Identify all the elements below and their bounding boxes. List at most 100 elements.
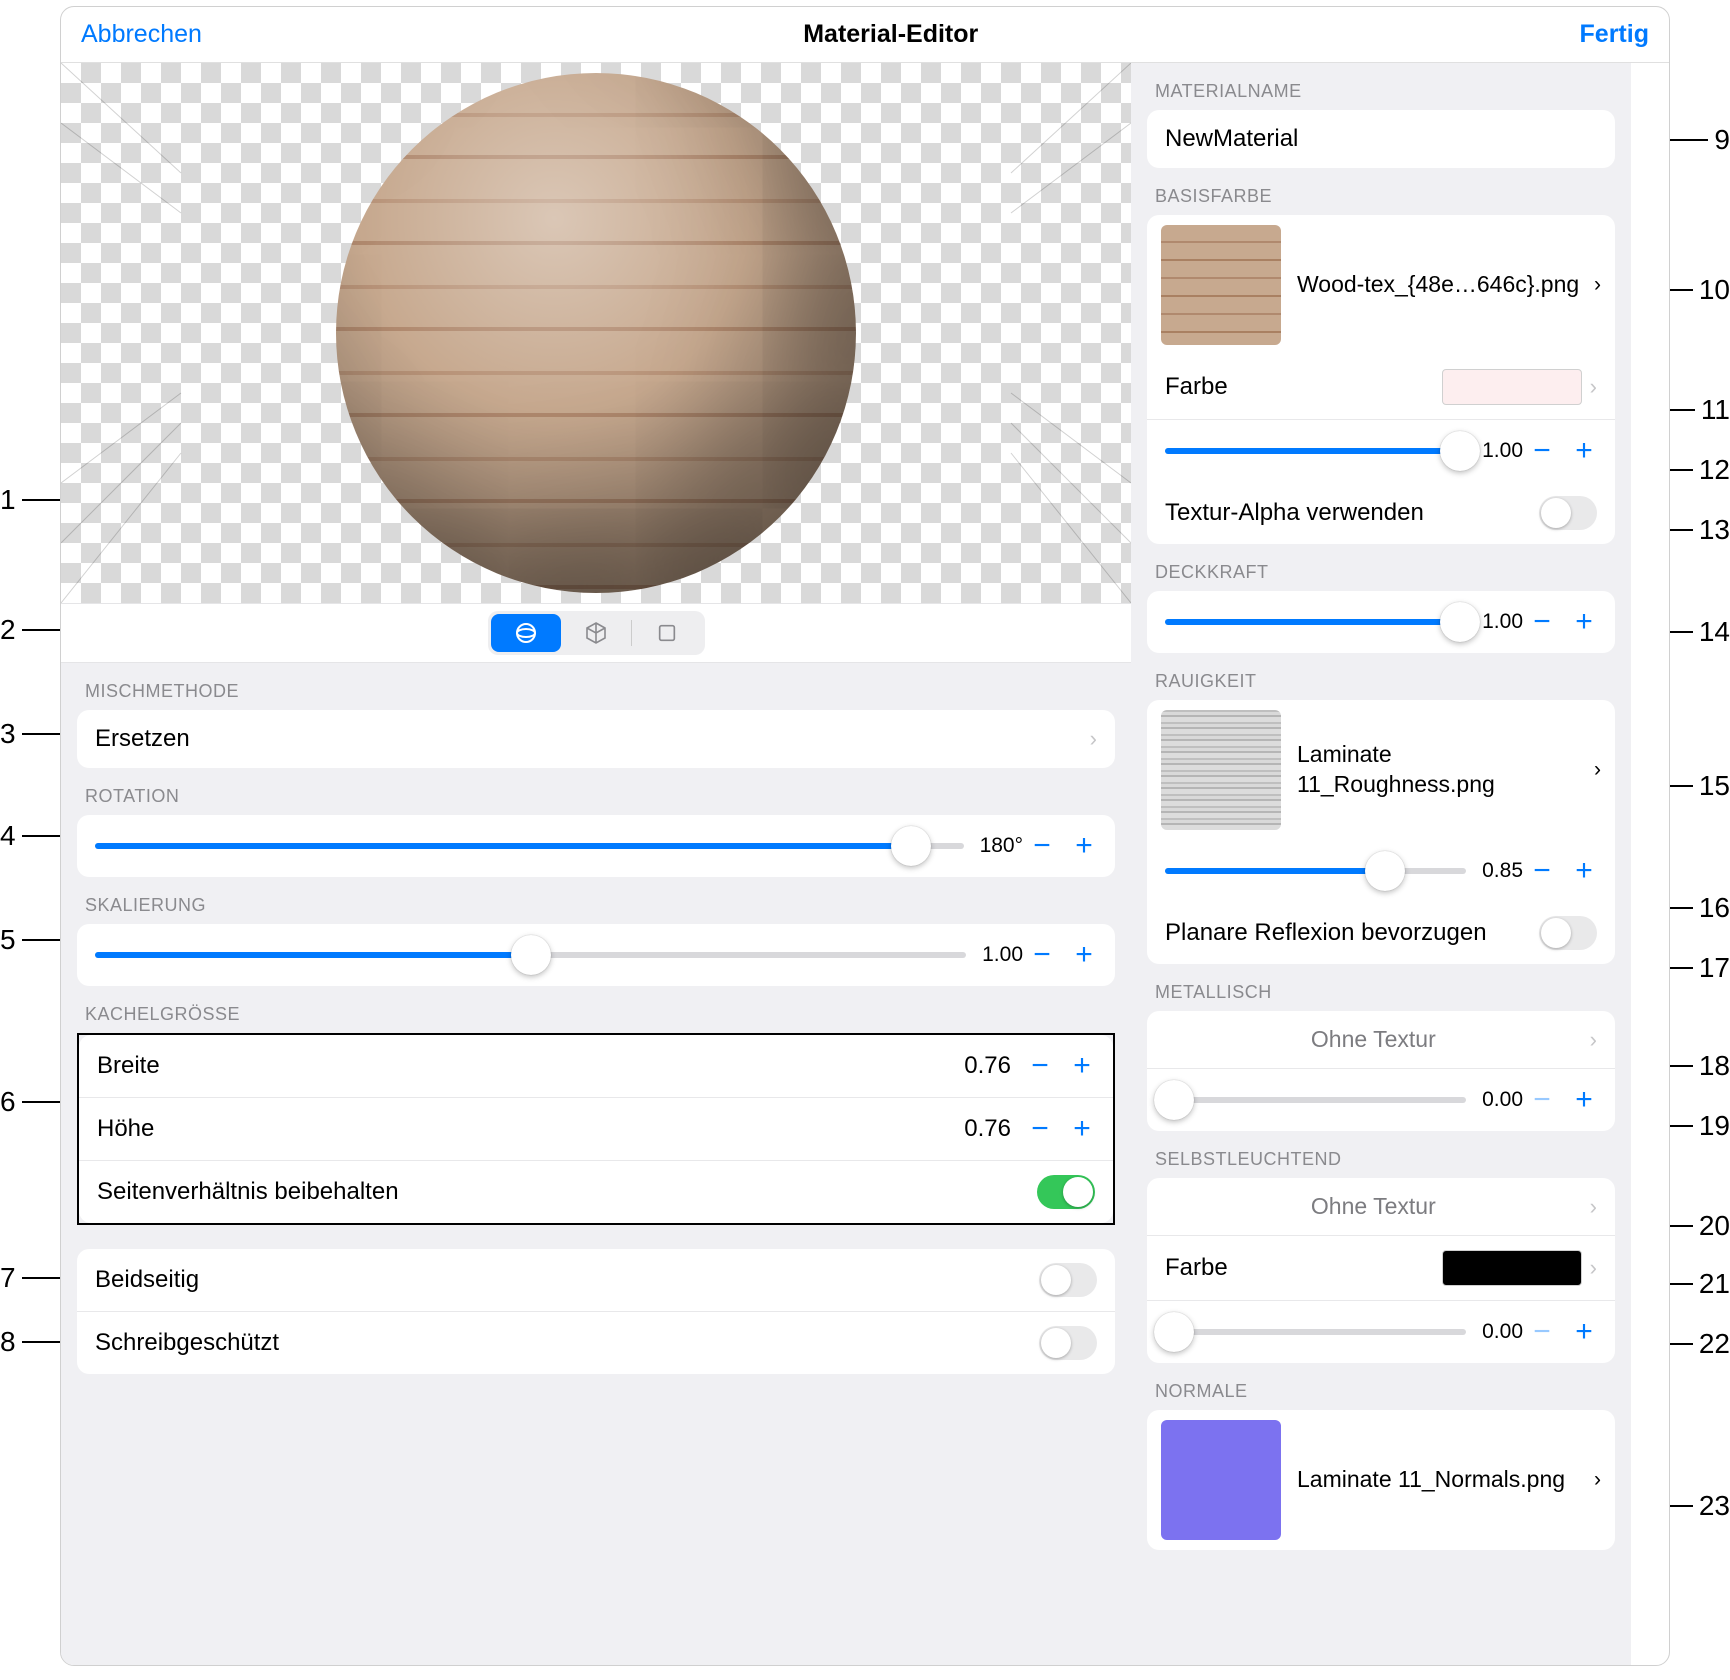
- emissive-minus-button[interactable]: −: [1529, 1315, 1555, 1349]
- texture-alpha-toggle[interactable]: [1539, 496, 1597, 530]
- opacity-minus-button[interactable]: −: [1529, 605, 1555, 639]
- tile-width-minus-button[interactable]: −: [1027, 1049, 1053, 1083]
- done-button[interactable]: Fertig: [1580, 20, 1649, 49]
- chevron-right-icon: ›: [1090, 726, 1097, 752]
- aspect-lock-toggle[interactable]: [1037, 1175, 1095, 1209]
- double-sided-toggle[interactable]: [1039, 1263, 1097, 1297]
- mixmethod-row[interactable]: Ersetzen ›: [77, 710, 1115, 768]
- emissive-label: SELBSTLEUCHTEND: [1131, 1131, 1631, 1178]
- tile-height-minus-button[interactable]: −: [1027, 1112, 1053, 1146]
- modal-header: Abbrechen Material-Editor Fertig: [61, 7, 1669, 63]
- normal-texture-row[interactable]: Laminate 11_Normals.png ›: [1147, 1410, 1615, 1550]
- shape-segmented-control[interactable]: [488, 611, 705, 655]
- roughness-slider[interactable]: [1165, 868, 1466, 874]
- materialname-label: MATERIALNAME: [1131, 63, 1631, 110]
- basecolor-color-label: Farbe: [1165, 373, 1442, 401]
- emissive-swatch[interactable]: [1442, 1250, 1582, 1286]
- cube-icon: [584, 621, 608, 645]
- basecolor-label: BASISFARBE: [1131, 168, 1631, 215]
- sphere-icon: [514, 621, 538, 645]
- tile-height-value: 0.76: [964, 1115, 1011, 1143]
- roughness-plus-button[interactable]: +: [1571, 854, 1597, 888]
- chevron-right-icon: ›: [1590, 374, 1597, 400]
- tile-width-value: 0.76: [964, 1052, 1011, 1080]
- callout-num: 13: [1699, 514, 1730, 546]
- planar-reflection-label: Planare Reflexion bevorzugen: [1165, 919, 1539, 947]
- metallic-slider[interactable]: [1165, 1097, 1466, 1103]
- emissive-color-row[interactable]: Farbe ›: [1147, 1236, 1615, 1301]
- basecolor-minus-button[interactable]: −: [1529, 434, 1555, 468]
- tile-width-plus-button[interactable]: +: [1069, 1049, 1095, 1083]
- metallic-notexture: Ohne Textur: [1165, 1026, 1582, 1053]
- tile-height-label: Höhe: [97, 1115, 964, 1143]
- tilesize-group: Breite 0.76 − + Höhe 0.76 −: [77, 1033, 1115, 1225]
- tilesize-label: KACHELGRÖSSE: [61, 986, 1131, 1033]
- rotation-value: 180°: [980, 834, 1023, 858]
- chevron-right-icon: ›: [1594, 1468, 1601, 1492]
- shape-plane-button[interactable]: [632, 614, 702, 652]
- callout-num: 11: [1701, 394, 1730, 426]
- roughness-texture-name: Laminate 11_Roughness.png: [1297, 740, 1594, 800]
- opacity-slider[interactable]: [1165, 619, 1466, 625]
- preview-sphere: [336, 73, 856, 593]
- tile-height-row: Höhe 0.76 − +: [79, 1098, 1113, 1161]
- opacity-plus-button[interactable]: +: [1571, 605, 1597, 639]
- callout-num: 21: [1699, 1268, 1730, 1300]
- callout-num: 20: [1699, 1210, 1730, 1242]
- tile-height-plus-button[interactable]: +: [1069, 1112, 1095, 1146]
- tile-width-row: Breite 0.76 − +: [79, 1035, 1113, 1098]
- basecolor-texture-row[interactable]: Wood-tex_{48e…646c}.png ›: [1147, 215, 1615, 355]
- basecolor-texture-thumb: [1161, 225, 1281, 345]
- roughness-minus-button[interactable]: −: [1529, 854, 1555, 888]
- scale-slider[interactable]: [95, 952, 966, 958]
- callout-num: 3: [0, 718, 16, 750]
- basecolor-intensity-value: 1.00: [1482, 439, 1523, 463]
- preview-viewport[interactable]: [61, 63, 1131, 603]
- scale-label: SKALIERUNG: [61, 877, 1131, 924]
- basecolor-plus-button[interactable]: +: [1571, 434, 1597, 468]
- basecolor-swatch[interactable]: [1442, 369, 1582, 405]
- planar-reflection-toggle[interactable]: [1539, 916, 1597, 950]
- materialname-field[interactable]: NewMaterial: [1147, 110, 1615, 168]
- emissive-value: 0.00: [1482, 1320, 1523, 1344]
- callout-num: 23: [1699, 1490, 1730, 1522]
- roughness-texture-row[interactable]: Laminate 11_Roughness.png ›: [1147, 700, 1615, 840]
- rotation-slider[interactable]: [95, 843, 964, 849]
- scale-minus-button[interactable]: −: [1029, 938, 1055, 972]
- readonly-toggle[interactable]: [1039, 1326, 1097, 1360]
- callout-num: 16: [1699, 892, 1730, 924]
- basecolor-color-row[interactable]: Farbe ›: [1147, 355, 1615, 420]
- normal-texture-thumb: [1161, 1420, 1281, 1540]
- rotation-plus-button[interactable]: +: [1071, 829, 1097, 863]
- emissive-texture-row[interactable]: Ohne Textur ›: [1147, 1178, 1615, 1236]
- callout-num: 5: [0, 924, 16, 956]
- double-sided-label: Beidseitig: [95, 1266, 1039, 1294]
- roughness-value: 0.85: [1482, 859, 1523, 883]
- callout-num: 14: [1699, 616, 1730, 648]
- planar-reflection-row: Planare Reflexion bevorzugen: [1147, 902, 1615, 964]
- normal-label: NORMALE: [1131, 1363, 1631, 1410]
- double-sided-row: Beidseitig: [77, 1249, 1115, 1312]
- shape-cube-button[interactable]: [561, 614, 631, 652]
- shape-sphere-button[interactable]: [491, 614, 561, 652]
- callout-num: 7: [0, 1262, 16, 1294]
- scale-value: 1.00: [982, 943, 1023, 967]
- emissive-plus-button[interactable]: +: [1571, 1315, 1597, 1349]
- callout-num: 22: [1699, 1328, 1730, 1360]
- metallic-minus-button[interactable]: −: [1529, 1083, 1555, 1117]
- scale-plus-button[interactable]: +: [1071, 938, 1097, 972]
- roughness-label: RAUIGKEIT: [1131, 653, 1631, 700]
- preview-shape-toolbar: [61, 603, 1131, 663]
- rotation-minus-button[interactable]: −: [1029, 829, 1055, 863]
- roughness-texture-thumb: [1161, 710, 1281, 830]
- basecolor-intensity-slider[interactable]: [1165, 448, 1466, 454]
- metallic-texture-row[interactable]: Ohne Textur ›: [1147, 1011, 1615, 1069]
- emissive-slider[interactable]: [1165, 1329, 1466, 1335]
- callout-num: 17: [1699, 952, 1730, 984]
- square-icon: [656, 622, 678, 644]
- metallic-plus-button[interactable]: +: [1571, 1083, 1597, 1117]
- chevron-right-icon: ›: [1594, 273, 1601, 297]
- cancel-button[interactable]: Abbrechen: [81, 20, 202, 49]
- rotation-label: ROTATION: [61, 768, 1131, 815]
- chevron-right-icon: ›: [1594, 758, 1601, 782]
